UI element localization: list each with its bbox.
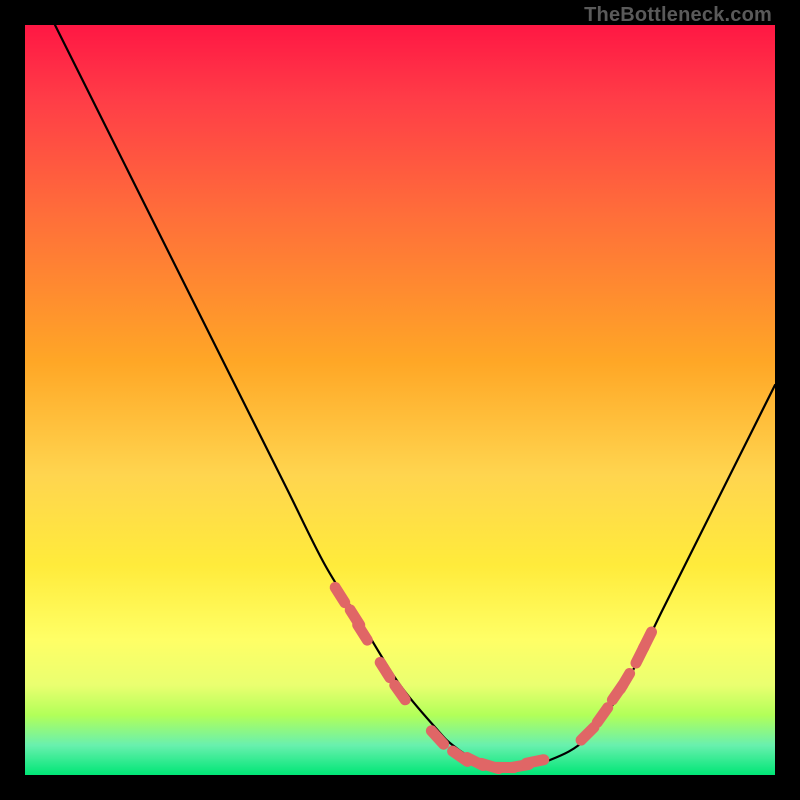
highlight-dots	[335, 587, 651, 768]
bottleneck-curve-path	[55, 25, 775, 768]
highlight-dot	[597, 708, 607, 723]
curve-svg	[25, 25, 775, 775]
highlight-dot	[335, 587, 345, 602]
chart-frame: TheBottleneck.com	[0, 0, 800, 800]
bottleneck-curve	[55, 25, 775, 768]
plot-area	[25, 25, 775, 775]
highlight-dot	[380, 662, 390, 677]
highlight-dot	[581, 727, 594, 740]
highlight-dot	[526, 760, 544, 764]
highlight-dot	[644, 632, 652, 648]
highlight-dot	[395, 685, 405, 700]
highlight-dot	[358, 625, 368, 640]
watermark-text: TheBottleneck.com	[584, 4, 772, 27]
highlight-dot	[620, 674, 629, 690]
highlight-dot	[431, 731, 443, 744]
